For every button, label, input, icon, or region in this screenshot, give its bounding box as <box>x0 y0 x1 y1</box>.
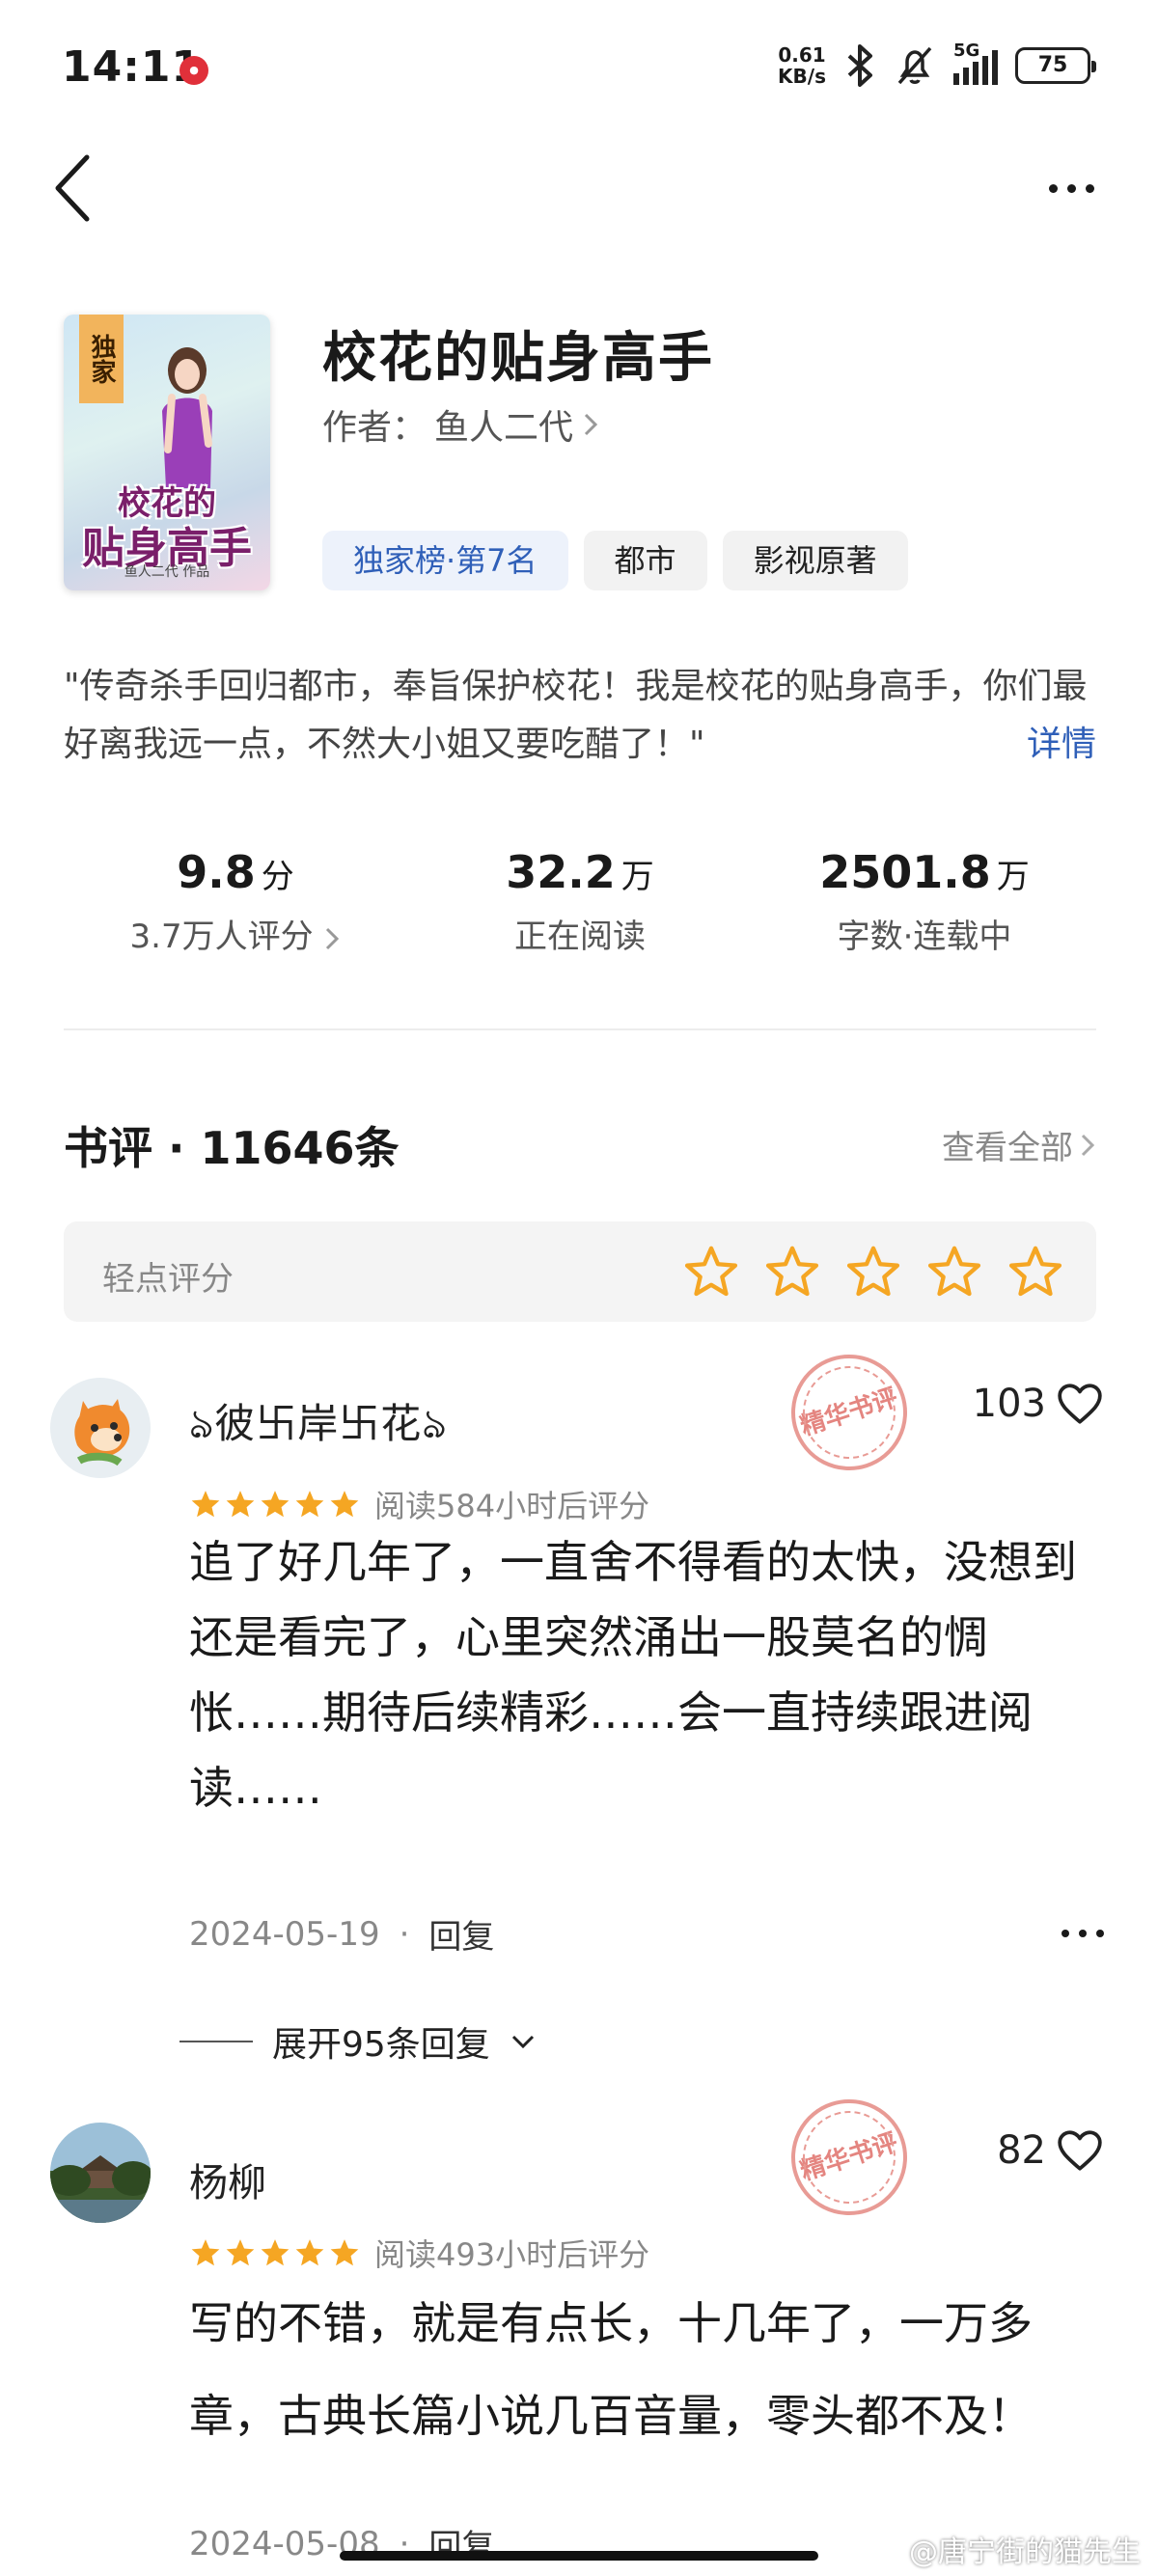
stat-word-count: 2501.8 万 字数·连载中 <box>819 846 1030 956</box>
star-filled-icon <box>261 2239 290 2266</box>
cover-author: 鱼人二代 作品 <box>124 564 210 580</box>
book-synopsis: "传奇杀手回归都市，奉旨保护校花！我是校花的贴身高手，你们最好离我远一点，不然大… <box>64 667 1088 764</box>
star-filled-icon <box>295 1491 324 1518</box>
section-divider <box>64 1028 1096 1030</box>
rate-star-3-icon[interactable] <box>845 1245 901 1299</box>
rate-stars <box>683 1245 1063 1299</box>
review-footer: 2024-05-19 · 回复 <box>189 1910 494 1958</box>
chevron-right-icon <box>1081 1134 1095 1156</box>
review-stars <box>189 1489 361 1520</box>
stat-readers: 32.2 万 正在阅读 <box>506 846 654 956</box>
chevron-right-icon <box>584 413 598 436</box>
heart-icon <box>1058 2130 1102 2171</box>
review-card: ঌ彼卐岸卐花ঌ 精华书评 103 阅读584小时后评分 追了好几年了，一直舍不得… <box>0 1339 1158 2067</box>
stat-rating[interactable]: 9.8 分 3.7万人评分 <box>64 843 407 957</box>
review-text[interactable]: 写的不错，就是有点长，十几年了，一万多章，古典长篇小说几百音量，零头都不及！ <box>189 2277 1106 2462</box>
book-tags: 独家榜·第7名 都市 影视原著 <box>322 531 908 590</box>
rate-star-2-icon[interactable] <box>764 1245 820 1299</box>
like-count: 82 <box>997 2128 1046 2173</box>
rate-box: 轻点评分 <box>64 1221 1096 1322</box>
cellular-signal-icon: 5G <box>953 41 998 85</box>
synopsis-details-link[interactable]: 详情 <box>1027 716 1096 766</box>
notification-badge-icon: ● <box>179 56 208 85</box>
rate-prompt: 轻点评分 <box>102 1260 234 1299</box>
read-hours: 阅读493小时后评分 <box>374 2236 650 2273</box>
more-options-icon[interactable] <box>1033 164 1110 212</box>
featured-review-stamp: 精华书评 <box>776 2084 923 2231</box>
divider-line <box>179 2041 253 2042</box>
reply-button[interactable]: 回复 <box>428 1910 494 1958</box>
review-more-icon[interactable] <box>1062 1930 1104 1937</box>
like-button[interactable]: 82 <box>997 2128 1104 2173</box>
review-card: 杨柳 精华书评 82 阅读493小时后评分 写的不错，就是有点长，十几年了，一万… <box>0 2084 1158 2576</box>
status-bar: 14:11 ● 0.61 KB/s 5G 75 <box>0 0 1158 135</box>
review-text[interactable]: 追了好几年了，一直舍不得看的太快，没想到还是看完了，心里突然涌出一股莫名的惆怅…… <box>189 1524 1106 1825</box>
chevron-right-icon <box>326 927 340 949</box>
like-button[interactable]: 103 <box>973 1382 1104 1426</box>
review-date: 2024-05-19 <box>189 1914 380 1954</box>
battery-icon: 75 <box>1015 47 1096 84</box>
review-meta: 阅读584小时后评分 <box>189 1482 649 1526</box>
like-count: 103 <box>972 1382 1046 1426</box>
review-stars <box>189 2237 361 2268</box>
avatar[interactable] <box>50 2123 151 2223</box>
star-filled-icon <box>191 2239 220 2266</box>
tag-ranking[interactable]: 独家榜·第7名 <box>322 531 568 590</box>
expand-replies-button[interactable]: 展开95条回复 <box>179 2016 537 2067</box>
mute-bell-icon <box>897 46 932 85</box>
rate-star-5-icon[interactable] <box>1007 1245 1063 1299</box>
reviewer-name[interactable]: 杨柳 <box>189 2151 266 2207</box>
home-indicator[interactable] <box>340 2551 818 2561</box>
star-filled-icon <box>191 1491 220 1518</box>
author-link[interactable]: 作者： 鱼人二代 <box>322 399 600 450</box>
cover-title: 校花的 贴身高手 <box>82 484 252 573</box>
garden-avatar-icon <box>50 2123 151 2223</box>
tag-genre[interactable]: 都市 <box>583 531 707 590</box>
bluetooth-icon <box>847 44 872 87</box>
author-label: 作者： <box>322 408 427 448</box>
watermark-text: @唐宁街的猫先生 <box>909 2535 1141 2569</box>
back-arrow-icon[interactable] <box>48 150 106 227</box>
star-filled-icon <box>226 1491 255 1518</box>
avatar[interactable] <box>50 1378 151 1478</box>
read-hours: 阅读584小时后评分 <box>374 1488 650 1524</box>
book-stats: 9.8 分 3.7万人评分 32.2 万 正在阅读 2501.8 万 字数·连载中 <box>64 843 1096 978</box>
tag-adaptation[interactable]: 影视原著 <box>722 531 908 590</box>
cover-tag: 独家 <box>79 315 124 403</box>
star-filled-icon <box>330 2239 359 2266</box>
author-name: 鱼人二代 <box>434 408 574 448</box>
rate-star-1-icon[interactable] <box>683 1245 739 1299</box>
heart-icon <box>1058 1384 1102 1424</box>
rate-star-4-icon[interactable] <box>926 1245 982 1299</box>
separator-dot: · <box>399 1914 410 1954</box>
reviewer-name[interactable]: ঌ彼卐岸卐花ঌ <box>189 1391 448 1461</box>
featured-review-stamp: 精华书评 <box>776 1339 923 1486</box>
net-speed: 0.61 KB/s <box>778 43 826 88</box>
review-meta: 阅读493小时后评分 <box>189 2231 649 2275</box>
view-all-reviews-link[interactable]: 查看全部 <box>942 1121 1096 1168</box>
star-filled-icon <box>295 2239 324 2266</box>
star-filled-icon <box>330 1491 359 1518</box>
star-filled-icon <box>261 1491 290 1518</box>
fox-avatar-icon <box>50 1378 151 1478</box>
status-icons: 0.61 KB/s 5G 75 <box>778 41 1096 88</box>
book-title: 校花的贴身高手 <box>322 327 714 390</box>
chevron-down-icon <box>511 2035 534 2049</box>
book-cover[interactable]: 独家 校花的 贴身高手 鱼人二代 作品 <box>64 315 270 590</box>
star-filled-icon <box>226 2239 255 2266</box>
reviews-title: 书评 · 11646条 <box>64 1122 400 1174</box>
